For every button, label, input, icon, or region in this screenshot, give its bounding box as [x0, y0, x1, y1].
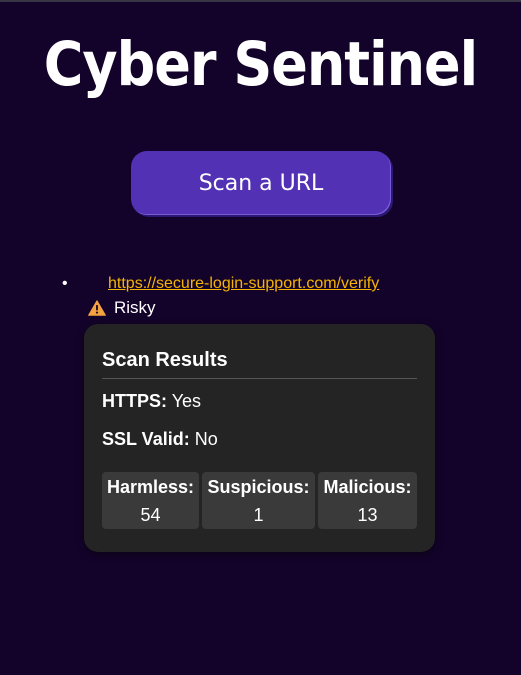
- warning-icon: [88, 300, 106, 316]
- risk-status-label: Risky: [114, 298, 156, 317]
- stat-value: 13: [357, 505, 378, 525]
- detection-stats: Harmless: 54 Suspicious: 1 Malicious: 13: [102, 472, 417, 529]
- ssl-label: SSL Valid:: [102, 429, 190, 449]
- scan-results-title: Scan Results: [102, 349, 228, 371]
- https-label: HTTPS:: [102, 391, 167, 411]
- https-value: Yes: [171, 391, 202, 411]
- stat-label: Suspicious:: [207, 477, 310, 497]
- stat-value: 54: [140, 505, 161, 525]
- stat-value: 1: [253, 505, 264, 525]
- stat-malicious: Malicious: 13: [318, 472, 417, 529]
- risk-status: Risky: [88, 298, 156, 318]
- https-row: HTTPS: Yes: [102, 390, 201, 412]
- stat-label: Malicious:: [323, 477, 412, 497]
- divider: [102, 378, 417, 379]
- scan-url-button[interactable]: Scan a URL: [131, 151, 391, 215]
- scan-results-card: Scan Results HTTPS: Yes SSL Valid: No Ha…: [84, 324, 435, 552]
- ssl-value: No: [194, 429, 218, 449]
- app-title: Cyber Sentinel: [43, 29, 478, 100]
- stat-harmless: Harmless: 54: [102, 472, 199, 529]
- list-bullet: •: [62, 275, 68, 292]
- stat-label: Harmless:: [106, 477, 195, 497]
- stat-suspicious: Suspicious: 1: [202, 472, 315, 529]
- scanned-url-link[interactable]: https://secure-login-support.com/verify: [108, 274, 379, 294]
- ssl-row: SSL Valid: No: [102, 428, 218, 450]
